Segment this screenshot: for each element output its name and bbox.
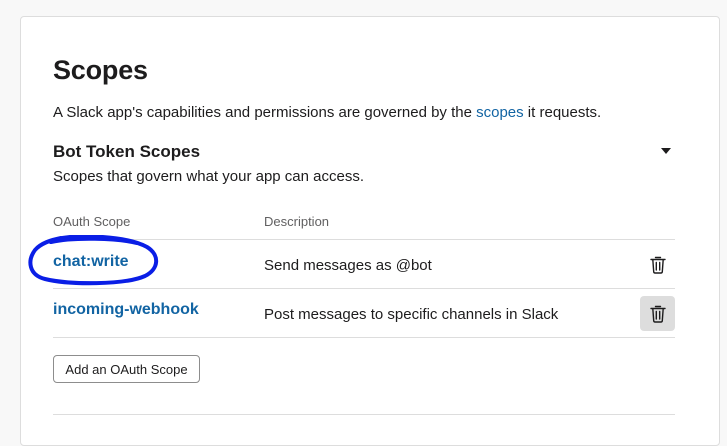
add-oauth-scope-button[interactable]: Add an OAuth Scope <box>53 355 200 383</box>
table-divider <box>53 288 675 289</box>
bot-token-scopes-title: Bot Token Scopes <box>53 142 201 161</box>
intro-text-after: it requests. <box>523 104 602 121</box>
table-divider <box>53 239 675 240</box>
collapse-caret-icon[interactable] <box>661 148 671 154</box>
scope-description: Send messages as @bot <box>264 257 432 274</box>
scope-link-incoming-webhook[interactable]: incoming-webhook <box>53 301 199 319</box>
delete-scope-button[interactable] <box>640 296 675 331</box>
intro-text-before: A Slack app's capabilities and permissio… <box>53 104 477 121</box>
column-header-oauth-scope: OAuth Scope <box>53 214 131 229</box>
scope-link-chat-write[interactable]: chat:write <box>53 253 129 271</box>
scopes-card: Scopes A Slack app's capabilities and pe… <box>20 16 720 446</box>
scopes-intro: A Slack app's capabilities and permissio… <box>53 104 601 121</box>
column-header-description: Description <box>264 214 330 229</box>
page-title: Scopes <box>53 55 148 85</box>
section-divider <box>53 414 675 415</box>
scope-description: Post messages to specific channels in Sl… <box>264 306 559 323</box>
trash-icon <box>649 256 666 274</box>
table-divider <box>53 337 675 338</box>
delete-scope-button[interactable] <box>640 247 675 282</box>
bot-token-scopes-subtitle: Scopes that govern what your app can acc… <box>53 168 365 185</box>
scopes-link[interactable]: scopes <box>476 104 524 121</box>
trash-icon <box>649 305 666 323</box>
